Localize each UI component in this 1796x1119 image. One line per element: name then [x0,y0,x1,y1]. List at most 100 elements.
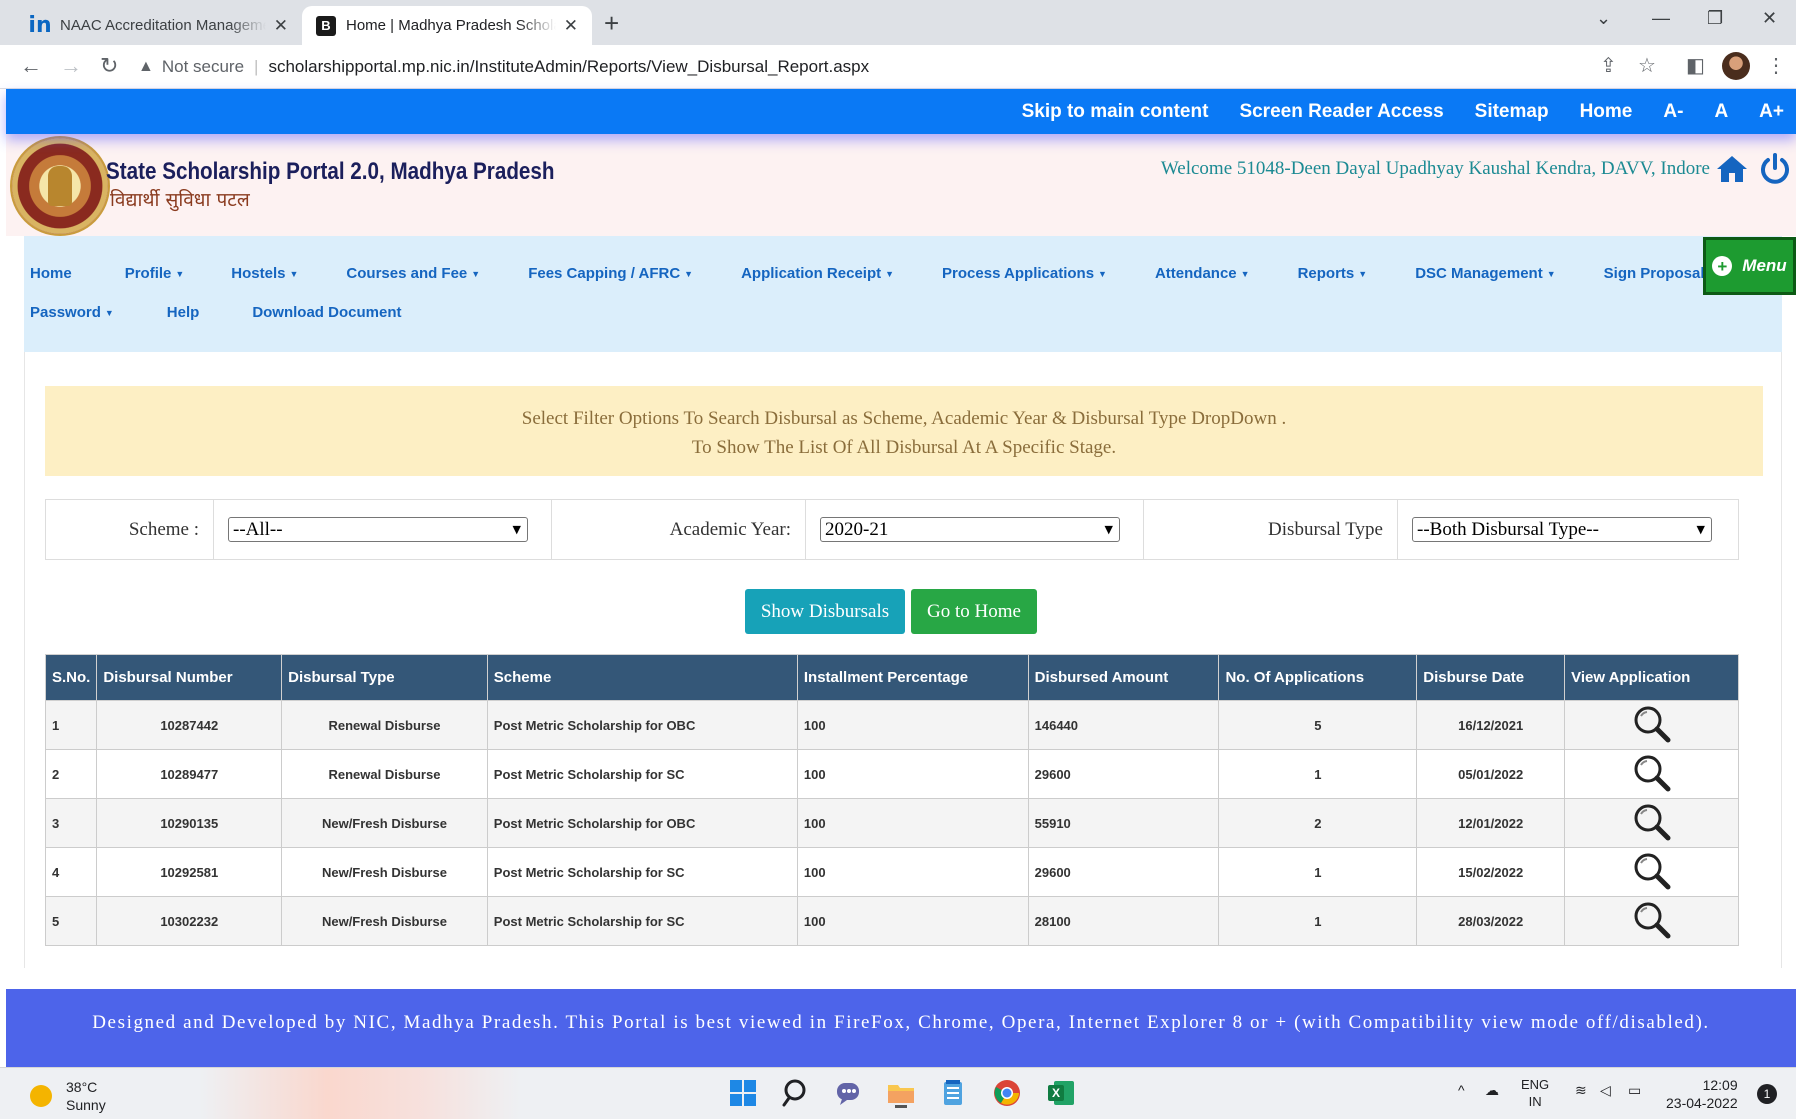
caret-down-icon: ▼ [885,268,895,279]
bookmark-star-icon[interactable]: ☆ [1638,53,1656,78]
forward-arrow-icon[interactable]: → [60,53,82,79]
file-explorer-icon[interactable] [886,1078,916,1108]
cell-scheme: Post Metric Scholarship for SC [486,749,798,799]
nav-fees-capping[interactable]: Fees Capping / AFRC ▼ [528,265,693,282]
url-omnibox[interactable]: ▲ Not secure | scholarshipportal.mp.nic.… [138,50,1578,84]
magnifier-search-icon[interactable] [1632,900,1672,940]
magnifier-search-icon[interactable] [1632,851,1672,891]
col-view-application: View Application [1564,654,1739,701]
menu-button[interactable]: + Menu [1703,237,1796,295]
battery-icon[interactable]: ▭ [1628,1082,1641,1099]
url-text[interactable]: scholarshipportal.mp.nic.in/InstituteAdm… [268,57,869,77]
welcome-text: Welcome 51048-Deen Dayal Upadhyay Kausha… [1160,158,1710,179]
teams-chat-icon[interactable] [834,1078,864,1108]
tab-title: Home | Madhya Pradesh Scholarship [346,17,556,34]
filter-instructions-alert: Select Filter Options To Search Disbursa… [45,386,1763,476]
nav-hostels[interactable]: Hostels ▼ [231,265,298,282]
cell-sno: 2 [44,749,98,799]
close-tab-icon[interactable]: ✕ [274,16,288,36]
nav-reports[interactable]: Reports ▼ [1298,265,1368,282]
nav-process-applications[interactable]: Process Applications ▼ [942,265,1107,282]
reload-icon[interactable]: ↻ [100,53,118,79]
screen-reader-link[interactable]: Screen Reader Access [1239,101,1443,123]
tab-search-chevron-icon[interactable]: ⌄ [1596,8,1611,29]
show-hidden-icons-chevron-icon[interactable]: ^ [1458,1082,1465,1098]
font-decrease-link[interactable]: A- [1663,101,1683,123]
nav-dsc-management[interactable]: DSC Management ▼ [1415,265,1555,282]
share-icon[interactable]: ⇪ [1600,53,1617,78]
profile-avatar[interactable] [1722,52,1750,80]
chevron-down-icon: ▼ [1696,523,1705,536]
cell-sno: 3 [44,798,98,848]
search-icon[interactable] [782,1078,812,1108]
font-normal-link[interactable]: A [1714,101,1728,123]
excel-icon[interactable]: X [1046,1078,1076,1108]
plus-icon: + [1712,256,1733,276]
side-panel-icon[interactable]: ◧ [1686,53,1705,78]
table-header-row: S.No. Disbursal Number Disbursal Type Sc… [44,654,1739,701]
site-title: State Scholarship Portal 2.0, Madhya Pra… [106,158,555,185]
nav-password[interactable]: Password ▼ [30,304,114,321]
weather-widget[interactable]: 38°C Sunny [30,1078,106,1114]
site-subtitle: विद्यार्थी सुविधा पटल [110,189,250,211]
chrome-icon[interactable] [992,1078,1022,1108]
sitemap-link[interactable]: Sitemap [1475,101,1549,123]
nav-application-receipt[interactable]: Application Receipt ▼ [741,265,894,282]
back-arrow-icon[interactable]: ← [20,53,42,79]
caret-down-icon: ▼ [684,268,694,279]
system-clock[interactable]: 12:09 23-04-2022 [1666,1076,1738,1112]
caret-down-icon: ▼ [471,268,481,279]
site-header: State Scholarship Portal 2.0, Madhya Pra… [6,134,1796,236]
windows-start-icon[interactable] [728,1078,758,1108]
cell-sno: 5 [44,896,98,946]
cell-disbursal-type: New/Fresh Disburse [281,798,488,848]
restore-icon[interactable]: ❐ [1707,8,1723,29]
cell-disburse-date: 16/12/2021 [1416,700,1566,750]
cell-disbursal-number: 10290135 [96,798,283,848]
nav-help[interactable]: Help [167,304,200,321]
kebab-menu-icon[interactable]: ⋮ [1766,53,1786,78]
input-language-indicator[interactable]: ENG IN [1521,1076,1549,1110]
browser-tab-scholarship[interactable]: B Home | Madhya Pradesh Scholarship ✕ [302,6,592,45]
nav-home[interactable]: Home [30,265,72,282]
main-nav: Home Profile ▼ Hostels ▼ Courses and Fee ▼ … [24,236,1782,352]
magnifier-search-icon[interactable] [1632,802,1672,842]
scheme-select[interactable]: --All-- ▼ [228,517,528,542]
col-installment: Installment Percentage [796,654,1029,701]
disbursal-type-select[interactable]: --Both Disbursal Type-- ▼ [1412,517,1712,542]
close-window-icon[interactable]: ✕ [1762,8,1777,29]
font-increase-link[interactable]: A+ [1759,101,1784,123]
cell-disburse-date: 05/01/2022 [1416,749,1566,799]
new-tab-icon[interactable]: + [604,8,619,39]
close-tab-icon[interactable]: ✕ [564,16,578,36]
caret-down-icon: ▼ [1240,268,1250,279]
cell-sno: 1 [44,700,98,750]
onedrive-cloud-icon[interactable]: ☁ [1485,1082,1499,1099]
go-to-home-button[interactable]: Go to Home [911,589,1037,634]
wifi-icon[interactable]: ≋ [1575,1082,1587,1099]
table-row: 5 10302232 New/Fresh Disburse Post Metri… [44,896,1739,946]
nav-download-document[interactable]: Download Document [252,304,401,321]
browser-tab-naac[interactable]: in NAAC Accreditation Management ✕ [16,6,302,45]
warning-triangle-icon[interactable]: ▲ [138,58,154,76]
utility-home-link[interactable]: Home [1580,101,1633,123]
magnifier-search-icon[interactable] [1632,753,1672,793]
speaker-icon[interactable]: ◁ [1600,1082,1611,1099]
cell-disbursal-number: 10287442 [96,700,283,750]
notepad-icon[interactable] [938,1078,968,1108]
skip-to-main-link[interactable]: Skip to main content [1022,101,1209,123]
minimize-icon[interactable]: — [1652,8,1670,29]
show-disbursals-button[interactable]: Show Disbursals [745,589,905,634]
magnifier-search-icon[interactable] [1632,704,1672,744]
cell-applications: 1 [1218,847,1418,897]
utility-nav: Skip to main content Screen Reader Acces… [6,89,1796,134]
nav-attendance[interactable]: Attendance ▼ [1155,265,1250,282]
nav-profile[interactable]: Profile ▼ [125,265,185,282]
nav-courses-fee[interactable]: Courses and Fee ▼ [346,265,480,282]
notification-badge[interactable]: 1 [1757,1084,1777,1104]
table-row: 2 10289477 Renewal Disburse Post Metric … [44,749,1739,799]
power-icon[interactable] [1758,152,1792,186]
table-row: 3 10290135 New/Fresh Disburse Post Metri… [44,798,1739,848]
home-icon[interactable] [1715,154,1749,184]
academic-year-select[interactable]: 2020-21 ▼ [820,517,1120,542]
